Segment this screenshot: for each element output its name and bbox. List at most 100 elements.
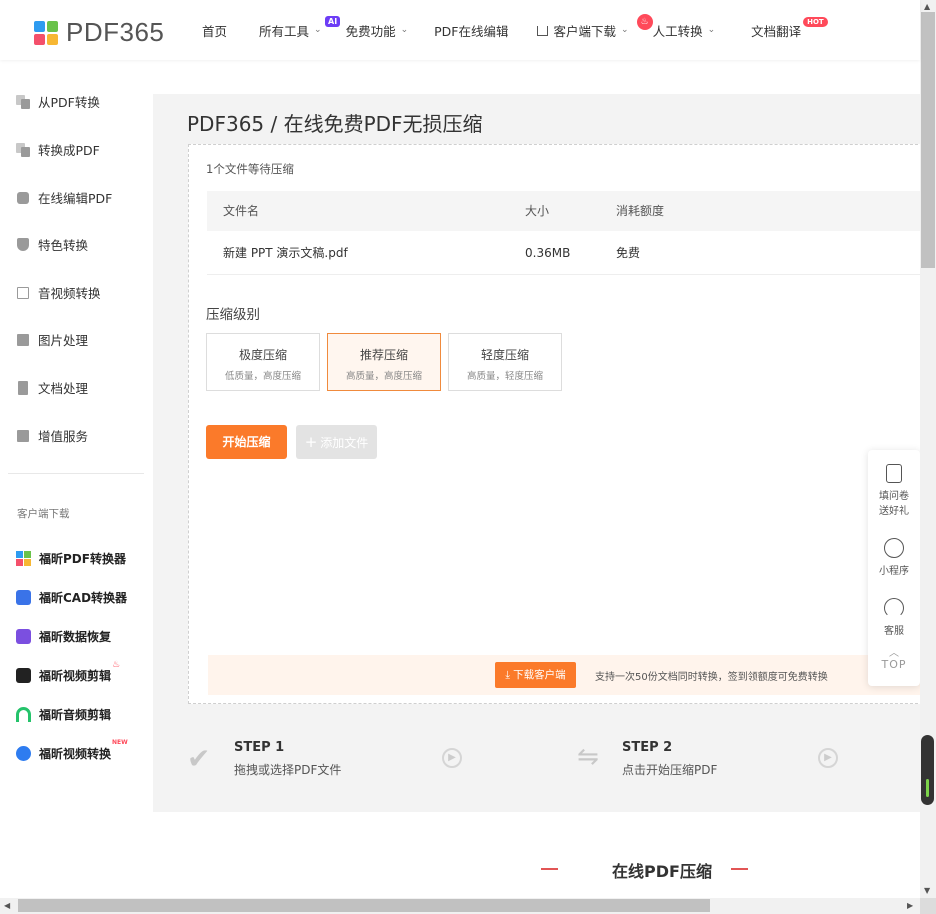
page: PDF365 首页 所有工具 ⌄ AI 免费功能 ⌄ PDF在线编辑 客户端下载… [0,0,936,914]
nav-edit-label: PDF在线编辑 [434,23,509,39]
sidebar-item-value[interactable]: 增值服务 [16,426,88,445]
sidebar-item-label: 音视频转换 [38,286,101,301]
top-header: PDF365 首页 所有工具 ⌄ AI 免费功能 ⌄ PDF在线编辑 客户端下载… [0,0,920,60]
sidebar: 从PDF转换 转换成PDF 在线编辑PDF 特色转换 音视频转换 图片处理 文档… [0,60,153,914]
download-client-button[interactable]: ⤓ 下载客户端 [495,662,576,688]
swap-icon: ⇋ [577,742,599,772]
sidebar-item-special[interactable]: 特色转换 [16,235,88,254]
scroll-down-arrow-icon[interactable]: ▼ [924,886,930,895]
arrow-right-icon: ▶ [818,748,838,768]
file-table-header: 文件名 大小 消耗额度 [207,191,927,231]
check-icon: ✔ [187,742,211,775]
nav-free[interactable]: 免费功能 ⌄ [346,0,409,60]
nav-manual-label: 人工转换 [652,23,703,39]
sidebar-item-label: 从PDF转换 [38,95,100,110]
promo-bar: ⤓ 下载客户端 支持一次50份文档同时转换，签到领额度可免费转换 [208,655,928,695]
horizontal-scroll-thumb[interactable] [18,899,710,912]
column-header-name: 文件名 [223,204,260,218]
file-size: 0.36MB [525,246,571,260]
level-title: 极度压缩 [238,348,287,362]
download-item-video-convert[interactable]: 福昕视频转换 NEW [16,739,128,762]
mini-program-label: 小程序 [879,566,909,577]
sidebar-item-label: 特色转换 [38,238,89,253]
nav-translate[interactable]: 文档翻译 HOT [751,0,828,60]
level-title: 轻度压缩 [480,348,529,362]
download-item-video-edit[interactable]: 福昕视频剪辑 ♨ [16,660,120,684]
shield-icon [16,237,30,252]
sidebar-item-from-pdf[interactable]: 从PDF转换 [16,92,100,111]
table-row: 新建 PPT 演示文稿.pdf 0.36MB 免费 [207,233,927,275]
nav-all-tools[interactable]: 所有工具 ⌄ AI [259,0,341,60]
audio-edit-icon [16,707,31,722]
compression-level-label: 压缩级别 [206,307,260,323]
scroll-left-arrow-icon[interactable]: ◀ [4,901,10,910]
level-light[interactable]: 轻度压缩 高质量，轻度压缩 [448,333,562,391]
sidebar-item-av[interactable]: 音视频转换 [16,283,101,302]
fire-icon: ♨ [636,14,653,30]
chevron-down-icon: ⌄ [400,25,409,35]
upload-panel[interactable]: 1个文件等待压缩 文件名 大小 消耗额度 新建 PPT 演示文稿.pdf 0.3… [188,144,928,704]
nav-manual[interactable]: 人工转换 ⌄ [653,0,716,60]
level-desc: 低质量，高度压缩 [224,371,301,382]
logo-icon [34,20,58,45]
windows-icon [16,551,31,566]
survey-label-1: 填问卷 [879,491,909,502]
vertical-scroll-thumb[interactable] [921,12,935,268]
survey-button[interactable]: 填问卷 送好礼 [868,464,920,517]
download-item-cad[interactable]: 福昕CAD转换器 [16,589,127,606]
main-nav: 首页 所有工具 ⌄ AI 免费功能 ⌄ PDF在线编辑 客户端下载 ⌄ ♨ 人工… [202,0,828,60]
list-icon [16,429,30,443]
step-1-title: STEP 1 [234,740,285,755]
fire-icon: ♨ [112,660,121,670]
level-desc: 高质量，高度压缩 [345,371,422,382]
sidebar-item-label: 在线编辑PDF [38,191,113,206]
nav-home-label: 首页 [202,23,228,39]
level-recommended[interactable]: 推荐压缩 高质量，高度压缩 [327,333,441,391]
sidebar-item-label: 转换成PDF [38,143,100,158]
customer-service-button[interactable]: 客服 [868,598,920,637]
document-icon [16,380,30,395]
edit-icon [16,191,30,205]
chevron-down-icon: ⌄ [621,25,629,35]
sidebar-item-document[interactable]: 文档处理 [16,378,88,397]
convert-icon [16,94,30,109]
sidebar-item-edit-pdf[interactable]: 在线编辑PDF [16,188,112,207]
sidebar-item-label: 图片处理 [38,333,89,348]
customer-service-label: 客服 [884,626,904,637]
start-compress-button[interactable]: 开始压缩 [206,425,287,459]
download-item-label: 福昕PDF转换器 [39,552,126,566]
chevron-down-icon: ⌄ [314,25,322,35]
download-item-label: 福昕音频剪辑 [39,708,112,722]
nav-client-download[interactable]: 客户端下载 ⌄ ♨ [536,0,653,60]
page-title: PDF365 / 在线免费PDF无损压缩 [187,112,483,136]
column-header-size: 大小 [525,204,550,218]
extension-pill[interactable] [921,735,934,805]
top-label: TOP [881,658,907,671]
add-file-button[interactable]: + 添加文件 [296,425,377,459]
nav-client-download-label: 客户端下载 [553,23,617,39]
level-extreme[interactable]: 极度压缩 低质量，高度压缩 [206,333,320,391]
mini-program-icon [884,538,904,558]
scroll-up-arrow-icon[interactable]: ▲ [924,2,930,11]
download-item-recovery[interactable]: 福昕数据恢复 [16,628,111,645]
file-name: 新建 PPT 演示文稿.pdf [223,246,348,260]
sidebar-item-to-pdf[interactable]: 转换成PDF [16,140,100,159]
main-content: PDF365 / 在线免费PDF无损压缩 1个文件等待压缩 文件名 大小 消耗额… [153,60,928,914]
nav-edit[interactable]: PDF在线编辑 [434,0,508,60]
title-decoration-right [731,868,748,870]
download-item-audio-edit[interactable]: 福昕音频剪辑 [16,706,111,723]
steps-bar: ✔ STEP 1 拖拽或选择PDF文件 ▶ ⇋ STEP 2 点击开始压缩PDF… [153,736,920,812]
download-item-pdf-converter[interactable]: 福昕PDF转换器 [16,550,126,567]
mini-program-button[interactable]: 小程序 [868,538,920,577]
new-badge: NEW [112,739,128,746]
hot-badge: HOT [803,17,828,27]
headset-icon [884,598,904,618]
sidebar-item-image[interactable]: 图片处理 [16,330,88,349]
survey-icon [886,464,902,483]
nav-home[interactable]: 首页 [202,0,227,60]
recovery-icon [16,629,31,644]
back-to-top-button[interactable]: ︿ TOP [868,649,920,672]
logo[interactable]: PDF365 [34,17,164,48]
scroll-right-arrow-icon[interactable]: ▶ [907,901,913,910]
video-convert-icon [16,746,31,761]
